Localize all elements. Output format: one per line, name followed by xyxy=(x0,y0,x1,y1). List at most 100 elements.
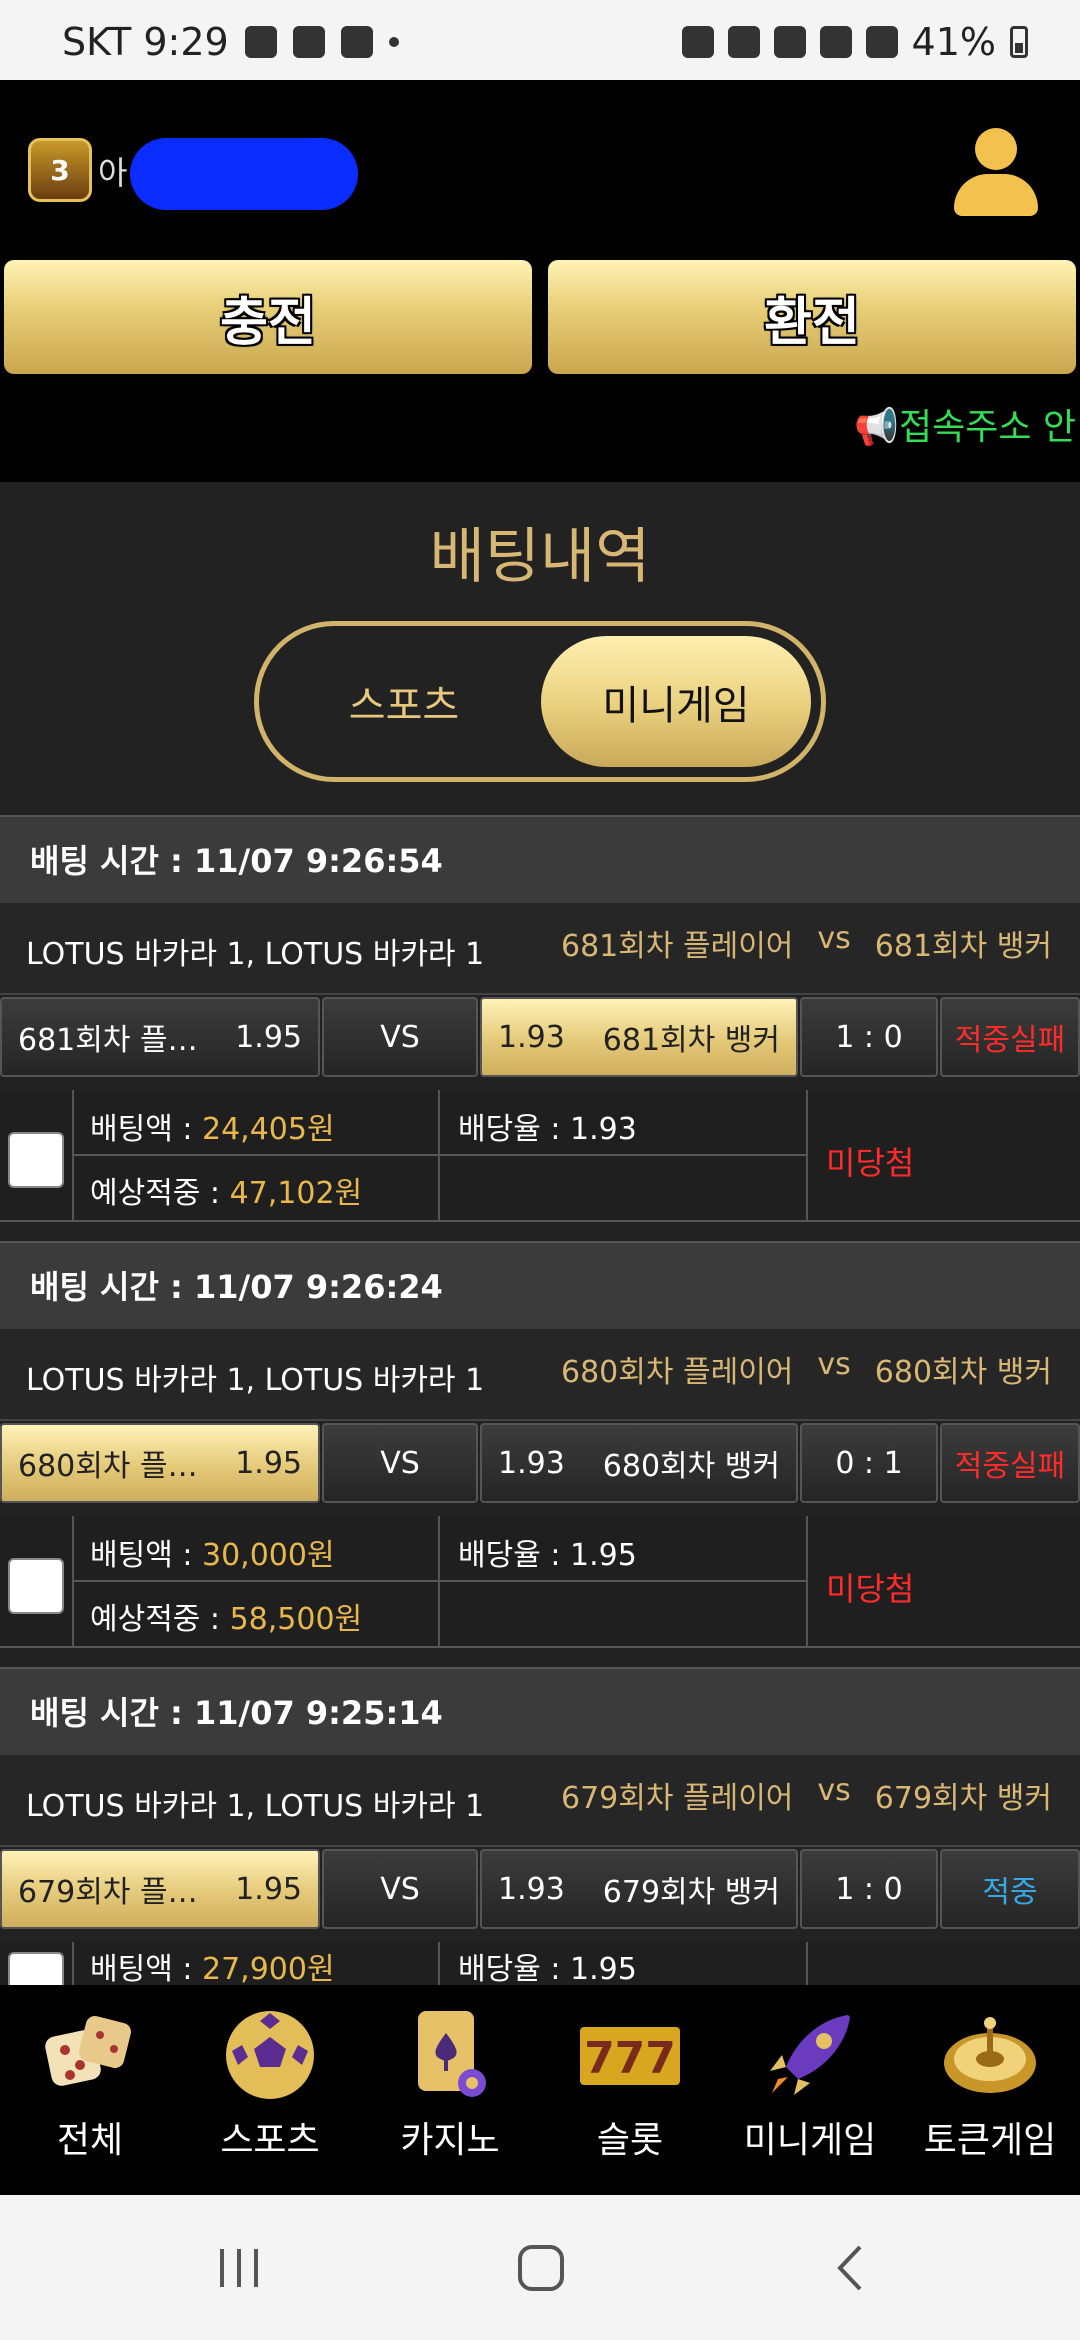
vs-text: vs xyxy=(817,921,851,956)
result-cell: 적중 xyxy=(940,1849,1080,1929)
bet-status: 미당첨 xyxy=(826,1570,915,1608)
nav-casino[interactable]: 카지노 xyxy=(360,1985,540,2195)
away-team-short: 680회차 뱅커 xyxy=(602,1449,780,1484)
home-odds-cell[interactable]: 681회차 플레… 1.95 xyxy=(0,997,320,1077)
home-team: 680회차 플레이어 xyxy=(561,1355,794,1390)
select-checkbox[interactable] xyxy=(8,1132,64,1188)
select-checkbox[interactable] xyxy=(8,1558,64,1614)
battery-percent: 41% xyxy=(911,20,996,64)
matchup: 681회차 플레이어 vs 681회차 뱅커 xyxy=(561,921,1052,965)
nav-label: 스포츠 xyxy=(220,2120,320,2161)
result-cell: 적중실패 xyxy=(940,997,1080,1077)
home-icon[interactable] xyxy=(516,2243,566,2293)
bet-odds: 배당율 : 1.95 xyxy=(458,1538,637,1573)
dot-icon xyxy=(388,37,399,47)
roulette-icon xyxy=(944,2017,1036,2093)
svg-text:777: 777 xyxy=(584,2033,676,2084)
bet-time: 배팅 시간 : 11/07 9:25:14 xyxy=(0,1667,1080,1755)
vs-cell: VS xyxy=(322,997,478,1077)
withdraw-button[interactable]: 환전 xyxy=(548,260,1076,374)
battery-icon xyxy=(1010,26,1028,58)
game-row: LOTUS 바카라 1, LOTUS 바카라 1 681회차 플레이어 vs 6… xyxy=(0,903,1080,995)
nav-all[interactable]: 전체 xyxy=(0,1985,180,2195)
home-team: 681회차 플레이어 xyxy=(561,929,794,964)
tab-minigame[interactable]: 미니게임 xyxy=(541,636,811,767)
notice-marquee[interactable]: 📢접속주소 안 xyxy=(854,398,1076,450)
home-odds: 1.95 xyxy=(235,1445,302,1481)
away-team: 679회차 뱅커 xyxy=(874,1781,1052,1816)
away-odds-cell[interactable]: 1.93 679회차 뱅커 xyxy=(480,1849,798,1929)
soccer-ball-icon xyxy=(226,2011,314,2099)
home-odds: 1.95 xyxy=(235,1871,302,1907)
away-odds: 1.93 xyxy=(498,1871,565,1907)
user-profile-icon[interactable] xyxy=(954,128,1038,220)
rocket-icon xyxy=(770,2015,850,2095)
away-team-short: 681회차 뱅커 xyxy=(602,1023,780,1058)
nav-label: 토큰게임 xyxy=(923,2120,1057,2161)
matchup: 680회차 플레이어 vs 680회차 뱅커 xyxy=(561,1347,1052,1391)
tab-switcher: 스포츠 미니게임 xyxy=(254,621,826,782)
vs-text: vs xyxy=(817,1347,851,1382)
recent-apps-icon[interactable] xyxy=(214,2243,264,2293)
bet-status: 미당첨 xyxy=(826,1144,915,1182)
level-badge-icon: 3 xyxy=(28,138,92,202)
matchup: 679회차 플레이어 vs 679회차 뱅커 xyxy=(561,1773,1052,1817)
score-cell: 0 : 1 xyxy=(800,1423,938,1503)
result-cell: 적중실패 xyxy=(940,1423,1080,1503)
bet-amount: 배팅액 : 27,900원 xyxy=(90,1952,335,1985)
bet-detail: 배팅액 : 27,900원 배당율 : 1.95 xyxy=(0,1942,1080,1985)
status-bar: SKT 9:29 41% xyxy=(0,0,1080,80)
nav-label: 미니게임 xyxy=(743,2120,877,2161)
bet-card: 배팅 시간 : 11/07 9:25:14 LOTUS 바카라 1, LOTUS… xyxy=(0,1667,1080,1985)
tab-sports[interactable]: 스포츠 xyxy=(269,636,539,767)
score-cell: 1 : 0 xyxy=(800,997,938,1077)
dice-icon xyxy=(45,2016,131,2086)
bet-time: 배팅 시간 : 11/07 9:26:24 xyxy=(0,1241,1080,1329)
bet-amount: 배팅액 : 24,405원 xyxy=(90,1112,335,1147)
deposit-button[interactable]: 충전 xyxy=(4,260,532,374)
away-team: 681회차 뱅커 xyxy=(874,929,1052,964)
bet-card: 배팅 시간 : 11/07 9:26:24 LOTUS 바카라 1, LOTUS… xyxy=(0,1241,1080,1651)
away-odds: 1.93 xyxy=(498,1019,565,1055)
home-team: 679회차 플레이어 xyxy=(561,1781,794,1816)
home-odds: 1.95 xyxy=(235,1019,302,1055)
nav-token-game[interactable]: 토큰게임 xyxy=(900,1985,1080,2195)
away-odds-cell[interactable]: 1.93 680회차 뱅커 xyxy=(480,1423,798,1503)
nav-minigame[interactable]: 미니게임 xyxy=(720,1985,900,2195)
mute-icon xyxy=(727,26,760,58)
signal-icon xyxy=(865,26,898,58)
home-odds-cell[interactable]: 680회차 플레… 1.95 xyxy=(0,1423,320,1503)
nav-slot[interactable]: 777 슬롯 xyxy=(540,1985,720,2195)
nav-sports[interactable]: 스포츠 xyxy=(180,1985,360,2195)
odds-row: 680회차 플레… 1.95 VS 1.93 680회차 뱅커 0 : 1 적중실패 xyxy=(0,1423,1080,1503)
bet-card: 배팅 시간 : 11/07 9:26:54 LOTUS 바카라 1, LOTUS… xyxy=(0,815,1080,1225)
vs-cell: VS xyxy=(322,1849,478,1929)
nav-label: 카지노 xyxy=(400,2120,500,2161)
bet-odds: 배당율 : 1.95 xyxy=(458,1952,637,1985)
score-cell: 1 : 0 xyxy=(800,1849,938,1929)
image-icon xyxy=(244,26,277,58)
header: 3 아 충전 환전 📢접속주소 안 xyxy=(0,80,1080,482)
home-odds-cell[interactable]: 679회차 플레… 1.95 xyxy=(0,1849,320,1929)
cards-icon xyxy=(418,2011,486,2097)
expected-win: 예상적중 : 47,102원 xyxy=(90,1176,363,1211)
away-odds-cell[interactable]: 1.93 681회차 뱅커 xyxy=(480,997,798,1077)
home-team-short: 679회차 플레… xyxy=(18,1875,218,1910)
vs-cell: VS xyxy=(322,1423,478,1503)
back-icon[interactable] xyxy=(826,2243,876,2293)
5g-icon xyxy=(819,26,852,58)
nav-label: 전체 xyxy=(56,2120,124,2161)
nav-label: 슬롯 xyxy=(596,2120,664,2161)
bet-amount: 배팅액 : 30,000원 xyxy=(90,1538,335,1573)
game-row: LOTUS 바카라 1, LOTUS 바카라 1 679회차 플레이어 vs 6… xyxy=(0,1755,1080,1847)
odds-row: 681회차 플레… 1.95 VS 1.93 681회차 뱅커 1 : 0 적중실패 xyxy=(0,997,1080,1077)
bet-odds: 배당율 : 1.93 xyxy=(458,1112,637,1147)
select-checkbox[interactable] xyxy=(8,1952,64,1985)
alarm-icon xyxy=(681,26,714,58)
bet-detail: 배팅액 : 24,405원 배당율 : 1.93 예상적중 : 47,102원 … xyxy=(0,1090,1080,1222)
game-row: LOTUS 바카라 1, LOTUS 바카라 1 680회차 플레이어 vs 6… xyxy=(0,1329,1080,1421)
user-name: 아 xyxy=(98,154,128,192)
home-team-short: 681회차 플레… xyxy=(18,1023,218,1058)
slot-777-icon: 777 xyxy=(580,2027,680,2085)
bet-detail: 배팅액 : 30,000원 배당율 : 1.95 예상적중 : 58,500원 … xyxy=(0,1516,1080,1648)
